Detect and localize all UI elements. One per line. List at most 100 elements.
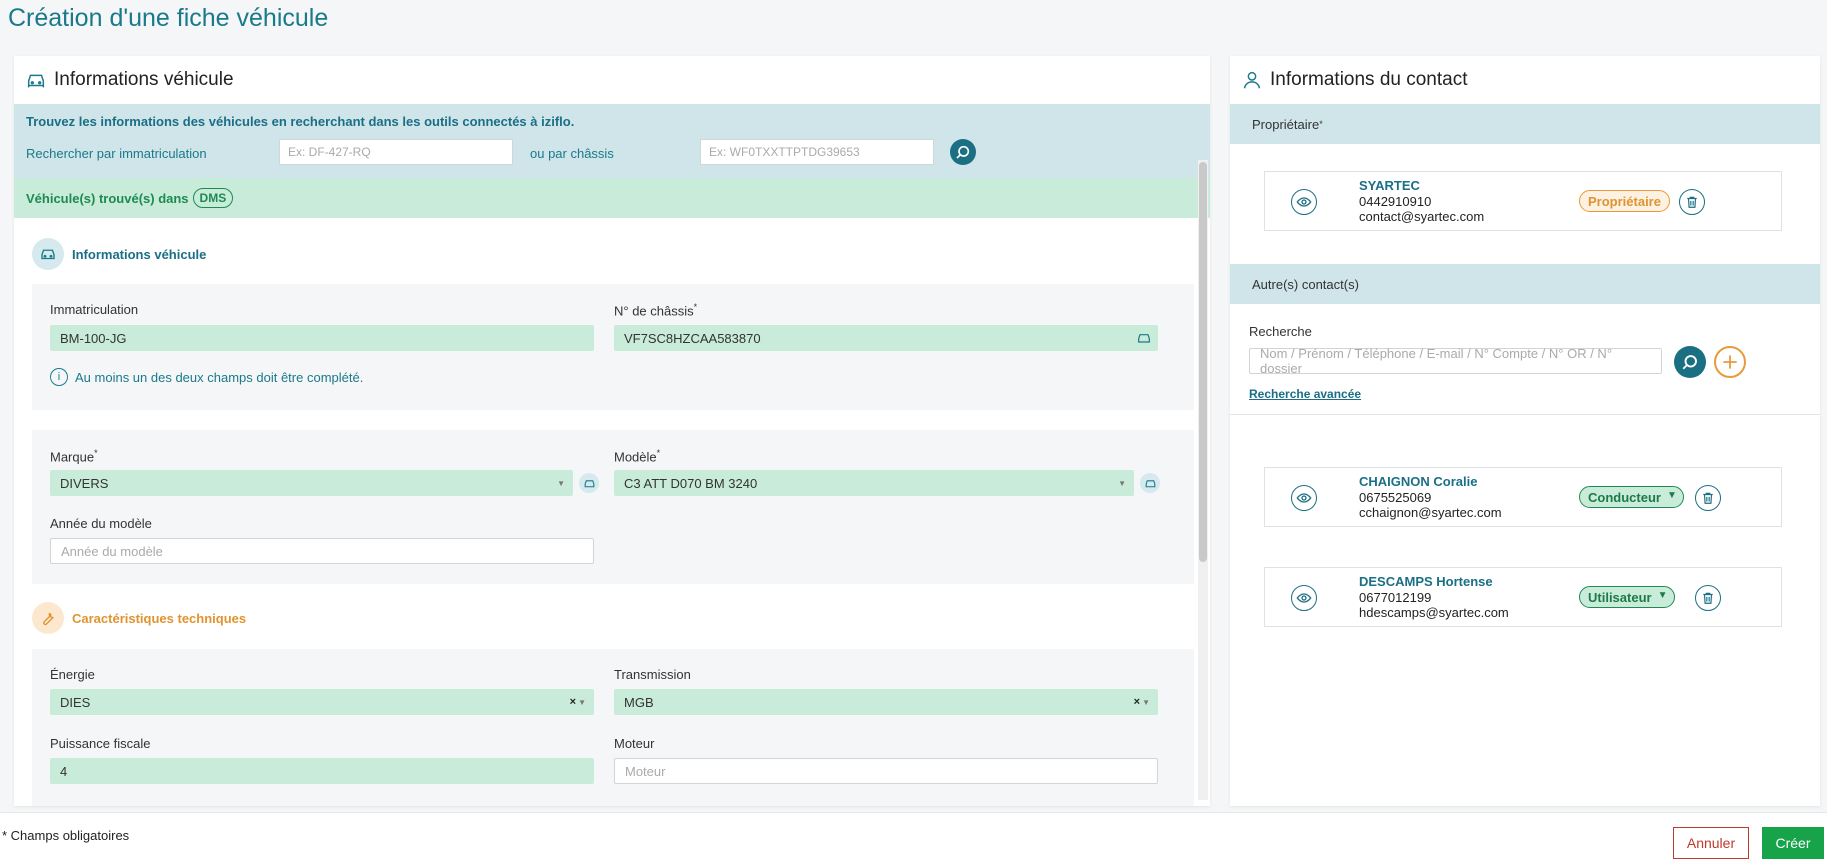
- owner-phone: 0442910910: [1359, 194, 1432, 209]
- contact-search-input[interactable]: Nom / Prénom / Téléphone / E-mail / N° C…: [1249, 346, 1662, 376]
- identity-box: Immatriculation BM-100-JG N° de châssis*…: [32, 284, 1194, 410]
- others-band: Autre(s) contact(s): [1230, 264, 1820, 304]
- brand-select[interactable]: DIVERS ▼: [50, 470, 573, 496]
- contact-phone: 0677012199: [1359, 590, 1432, 605]
- vehicle-scrollbar[interactable]: [1198, 160, 1208, 800]
- dms-badge: DMS: [192, 188, 234, 208]
- contact-name[interactable]: DESCAMPS Hortense: [1359, 574, 1493, 589]
- plus-icon: [1723, 355, 1737, 369]
- contact-search-placeholder: Nom / Prénom / Téléphone / E-mail / N° C…: [1260, 346, 1613, 376]
- transmission-select[interactable]: MGB × ▼: [614, 689, 1158, 715]
- model-select[interactable]: C3 ATT D070 BM 3240 ▼: [614, 470, 1134, 496]
- trash-icon[interactable]: [1695, 585, 1721, 611]
- footer: * Champs obligatoires Annuler Créer: [0, 812, 1827, 865]
- car-link-icon[interactable]: [1136, 330, 1152, 349]
- role-select[interactable]: Conducteur ▼: [1579, 486, 1684, 508]
- energy-select[interactable]: DIES × ▼: [50, 689, 594, 715]
- hint-line: i Au moins un des deux champs doit être …: [50, 368, 363, 386]
- engine-label: Moteur: [614, 736, 655, 751]
- transmission-value: MGB: [624, 694, 654, 710]
- vehicle-panel-title: Informations véhicule: [54, 69, 234, 90]
- wrench-icon: [32, 602, 64, 634]
- transmission-label: Transmission: [614, 667, 691, 682]
- create-button[interactable]: Créer: [1762, 827, 1824, 859]
- year-input[interactable]: Année du modèle: [50, 538, 594, 564]
- plate-value: BM-100-JG: [60, 330, 127, 346]
- chassis-value: VF7SC8HZCAA583870: [624, 330, 761, 346]
- chevron-down-icon: ▼: [1118, 478, 1126, 488]
- brand-value: DIVERS: [60, 475, 109, 491]
- brand-label: Marque*: [50, 448, 98, 465]
- eye-icon[interactable]: [1291, 485, 1317, 511]
- plate-label: Immatriculation: [50, 302, 139, 317]
- contact-search-label: Recherche: [1249, 324, 1312, 339]
- chassis-search-input[interactable]: [700, 139, 934, 165]
- contact-phone: 0675525069: [1359, 490, 1432, 505]
- required-note: * Champs obligatoires: [2, 828, 130, 843]
- vehicle-search-button[interactable]: [950, 139, 976, 165]
- user-icon: [1240, 68, 1264, 92]
- others-band-label: Autre(s) contact(s): [1252, 276, 1359, 292]
- vehicle-search-band: Trouvez les informations des véhicules e…: [14, 104, 1210, 178]
- eye-icon[interactable]: [1291, 189, 1317, 215]
- contact-card: CHAIGNON Coralie 0675525069 cchaignon@sy…: [1264, 467, 1782, 527]
- contact-panel-title: Informations du contact: [1270, 69, 1468, 90]
- tech-box: Énergie DIES × ▼ Transmission MGB × ▼ Pu…: [32, 649, 1194, 806]
- tech-section-label: Caractéristiques techniques: [72, 610, 247, 626]
- vehicle-section-label: Informations véhicule: [72, 246, 207, 262]
- contact-search-button[interactable]: [1674, 346, 1706, 378]
- role-value: Utilisateur: [1588, 589, 1652, 605]
- trash-icon[interactable]: [1695, 485, 1721, 511]
- car-link-icon[interactable]: [1140, 473, 1160, 493]
- chevron-down-icon: ▼: [1667, 490, 1677, 501]
- found-text: Véhicule(s) trouvé(s) dans: [26, 190, 189, 206]
- vehicle-panel-header: Informations véhicule: [14, 56, 1210, 104]
- car-icon: [24, 68, 48, 92]
- car-icon: [32, 238, 64, 270]
- clear-icon[interactable]: ×: [1134, 696, 1140, 708]
- chevron-down-icon: ▼: [557, 478, 565, 488]
- brand-label-text: Marque: [50, 449, 95, 465]
- search-intro: Trouvez les informations des véhicules e…: [26, 114, 575, 129]
- energy-value: DIES: [60, 694, 91, 710]
- owner-name[interactable]: SYARTEC: [1359, 178, 1420, 193]
- power-label: Puissance fiscale: [50, 736, 151, 751]
- engine-input[interactable]: Moteur: [614, 758, 1158, 784]
- chassis-search-label: ou par châssis: [530, 146, 614, 161]
- vehicle-section-title: Informations véhicule: [32, 238, 206, 270]
- contact-email: cchaignon@syartec.com: [1359, 505, 1502, 520]
- model-label: Modèle*: [614, 448, 661, 465]
- plate-search-input[interactable]: [279, 139, 513, 165]
- vehicle-panel: Informations véhicule Trouvez les inform…: [14, 56, 1210, 806]
- engine-placeholder: Moteur: [625, 763, 666, 779]
- chassis-field[interactable]: VF7SC8HZCAA583870: [614, 325, 1158, 351]
- car-link-icon[interactable]: [579, 473, 599, 493]
- energy-label: Énergie: [50, 667, 95, 682]
- page-title: Création d'une fiche véhicule: [8, 4, 329, 32]
- plate-field[interactable]: BM-100-JG: [50, 325, 594, 351]
- found-band: Véhicule(s) trouvé(s) dans DMS: [14, 178, 1210, 218]
- chassis-label: N° de châssis*: [614, 302, 698, 319]
- eye-icon[interactable]: [1291, 585, 1317, 611]
- year-placeholder: Année du modèle: [61, 543, 163, 559]
- advanced-search-link[interactable]: Recherche avancée: [1249, 387, 1361, 401]
- power-field[interactable]: 4: [50, 758, 594, 784]
- tech-section-title: Caractéristiques techniques: [32, 602, 246, 634]
- owner-email: contact@syartec.com: [1359, 209, 1485, 224]
- chassis-label-text: N° de châssis: [614, 303, 694, 319]
- model-value: C3 ATT D070 BM 3240: [624, 475, 758, 491]
- info-icon: i: [50, 368, 68, 386]
- trash-icon[interactable]: [1679, 189, 1705, 215]
- add-contact-button[interactable]: [1714, 346, 1746, 378]
- plate-search-label: Rechercher par immatriculation: [26, 146, 207, 161]
- contact-panel-header: Informations du contact: [1230, 56, 1820, 104]
- scrollbar-thumb[interactable]: [1199, 162, 1207, 562]
- role-select[interactable]: Utilisateur ▼: [1579, 586, 1675, 608]
- contact-name[interactable]: CHAIGNON Coralie: [1359, 474, 1477, 489]
- search-icon: [956, 145, 970, 159]
- divider: [1230, 414, 1820, 415]
- contact-card: DESCAMPS Hortense 0677012199 hdescamps@s…: [1264, 567, 1782, 627]
- cancel-button[interactable]: Annuler: [1673, 827, 1749, 859]
- clear-icon[interactable]: ×: [570, 696, 576, 708]
- year-label: Année du modèle: [50, 516, 152, 531]
